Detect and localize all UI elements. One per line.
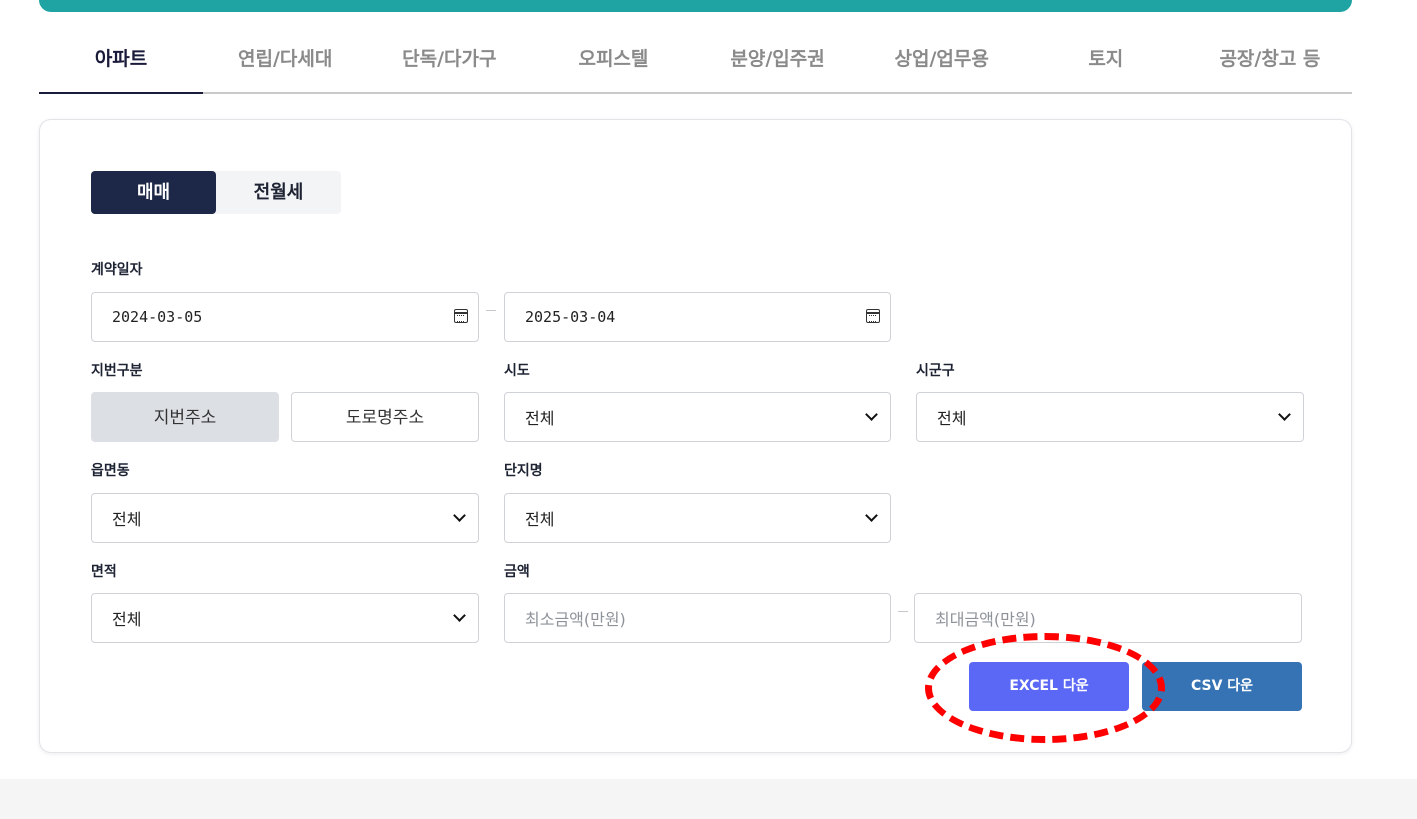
tab-officetel[interactable]: 오피스텔: [531, 30, 695, 92]
chevron-down-icon: [865, 509, 878, 522]
min-amount-placeholder: 최소금액(만원): [525, 610, 626, 629]
lot-address-button[interactable]: 지번주소: [91, 392, 279, 442]
footer-background: [0, 779, 1417, 819]
chevron-down-icon: [453, 509, 466, 522]
property-type-tabs: 아파트 연립/다세대 단독/다가구 오피스텔 분양/입주권 상업/업무용 토지 …: [39, 30, 1352, 94]
area-select[interactable]: 전체: [91, 593, 479, 643]
eupmyeondong-select[interactable]: 전체: [91, 493, 479, 543]
tab-row-house[interactable]: 연립/다세대: [203, 30, 367, 92]
sigungu-select[interactable]: 전체: [916, 392, 1304, 442]
start-date-value: 2024-03-05: [112, 308, 203, 326]
complex-label: 단지명: [504, 463, 543, 479]
tab-apartment[interactable]: 아파트: [39, 30, 204, 94]
chevron-down-icon: [453, 609, 466, 622]
tab-factory-warehouse[interactable]: 공장/창고 등: [1188, 30, 1352, 92]
area-label: 면적: [91, 564, 117, 580]
chevron-down-icon: [865, 408, 878, 421]
tab-presale[interactable]: 분양/입주권: [696, 30, 860, 92]
complex-value: 전체: [525, 510, 555, 529]
max-amount-placeholder: 최대금액(만원): [935, 610, 1036, 629]
eupmyeondong-label: 읍면동: [91, 463, 130, 479]
tab-detached-house[interactable]: 단독/다가구: [367, 30, 531, 92]
excel-download-button[interactable]: EXCEL 다운: [969, 662, 1129, 711]
chevron-down-icon: [1278, 408, 1291, 421]
csv-download-button[interactable]: CSV 다운: [1142, 662, 1302, 711]
end-date-input[interactable]: 2025-03-04: [504, 292, 891, 342]
contract-date-label: 계약일자: [91, 262, 143, 278]
end-date-value: 2025-03-04: [525, 308, 616, 326]
sido-value: 전체: [525, 409, 555, 428]
min-amount-input[interactable]: 최소금액(만원): [504, 593, 891, 643]
sigungu-value: 전체: [937, 409, 967, 428]
calendar-icon[interactable]: [866, 309, 880, 323]
start-date-input[interactable]: 2024-03-05: [91, 292, 479, 342]
calendar-icon[interactable]: [454, 309, 468, 323]
sale-button[interactable]: 매매: [91, 171, 216, 214]
top-banner: [39, 0, 1352, 12]
tab-commercial[interactable]: 상업/업무용: [860, 30, 1024, 92]
date-range-separator: [486, 310, 496, 311]
amount-range-separator: [898, 611, 908, 612]
area-value: 전체: [112, 610, 142, 629]
complex-select[interactable]: 전체: [504, 493, 891, 543]
eupmyeondong-value: 전체: [112, 510, 142, 529]
lot-type-label: 지번구분: [91, 363, 143, 379]
sido-label: 시도: [504, 363, 530, 379]
amount-label: 금액: [504, 564, 530, 580]
rent-button[interactable]: 전월세: [216, 171, 341, 214]
max-amount-input[interactable]: 최대금액(만원): [914, 593, 1302, 643]
sido-select[interactable]: 전체: [504, 392, 891, 442]
road-address-button[interactable]: 도로명주소: [291, 392, 479, 442]
tab-land[interactable]: 토지: [1024, 30, 1188, 92]
sigungu-label: 시군구: [916, 363, 955, 379]
search-form-card: 매매 전월세 계약일자 2024-03-05 2025-03-04 지번구분 지…: [39, 119, 1352, 753]
trade-type-toggle: 매매 전월세: [91, 171, 341, 214]
